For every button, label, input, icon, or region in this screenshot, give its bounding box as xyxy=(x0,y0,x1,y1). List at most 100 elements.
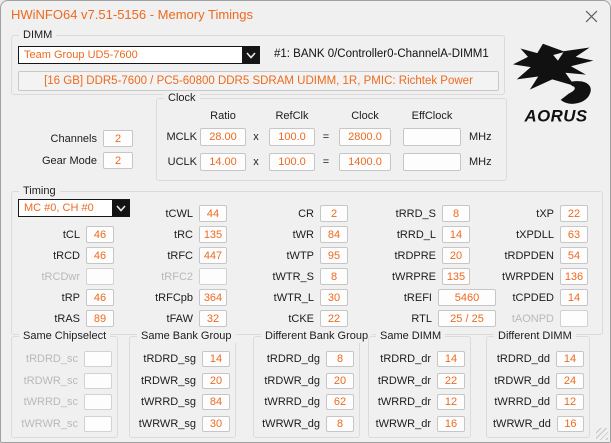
timing-row-tRFC: tRFC 447 xyxy=(130,247,227,264)
timing-value-tCKE: 22 xyxy=(320,310,348,327)
timing-row-tXP: tXP 22 xyxy=(472,205,588,222)
timing-label-tRCD: tRCD xyxy=(53,249,80,262)
timing-column-2: tCWL 44 tRC 135 tRFC 447 tRFC2 tRFCpb 364 tF… xyxy=(130,205,227,331)
value-tRDWR_dr: 22 xyxy=(437,372,465,389)
row-tWRRD_dg: tWRRD_dg 62 xyxy=(260,394,354,410)
clock-header-ratio: Ratio xyxy=(210,110,236,122)
label-tRDRD_dr: tRDRD_dr xyxy=(380,353,431,365)
timing-label-tRRD_S: tRRD_S xyxy=(395,207,436,220)
row-tWRWR_dd: tWRWR_dd 16 xyxy=(493,415,584,432)
timing-row-tRCDwr: tRCDwr xyxy=(18,268,114,285)
timing-label-tXP: tXP xyxy=(536,207,554,220)
mclk-equals-sign: = xyxy=(322,131,330,143)
value-tRDRD_dr: 14 xyxy=(437,351,465,367)
timing-value-tRDPRE: 20 xyxy=(442,247,470,264)
uclk-effclock-value xyxy=(403,153,461,171)
label-tWRRD_dg: tWRRD_dg xyxy=(264,396,320,408)
label-tRDWR_dg: tRDWR_dg xyxy=(264,374,320,387)
timing-value-tWRPRE: 135 xyxy=(442,268,470,285)
label-tWRWR_dd: tWRWR_dd xyxy=(493,417,551,430)
value-tWRWR_sc xyxy=(84,415,112,432)
same-dimm-group: Same DIMM tRDRD_dr 14 tRDWR_dr 22 tWRRD_dr… xyxy=(368,329,471,438)
timing-value-tWTP: 95 xyxy=(320,247,348,264)
timing-label-tWTP: tWTP xyxy=(286,249,315,262)
resize-grip-icon[interactable] xyxy=(596,428,608,440)
dimm-slot-label: #1: BANK 0/Controller0-ChannelA-DIMM1 xyxy=(274,48,489,60)
timing-row-tWTP: tWTP 95 xyxy=(254,247,348,264)
value-tRDRD_sg: 14 xyxy=(202,351,230,367)
timing-label-tRFC2: tRFC2 xyxy=(161,270,193,283)
dimm-group-label: DIMM xyxy=(19,28,57,42)
uclk-unit: MHz xyxy=(469,156,492,168)
brand-wordmark: AORUS xyxy=(523,106,587,125)
timing-row-tAONPD: tAONPD xyxy=(472,310,588,327)
dimm-select[interactable]: Team Group UD5-7600 xyxy=(18,46,260,64)
row-tRDRD_sc: tRDRD_sc xyxy=(18,351,112,367)
timing-label-tAONPD: tAONPD xyxy=(511,312,554,325)
value-tRDRD_dd: 14 xyxy=(556,351,584,367)
timing-label-CR: CR xyxy=(298,207,314,220)
timing-value-tXP: 22 xyxy=(560,205,588,222)
timing-label-tRFC: tRFC xyxy=(167,249,193,262)
timing-column-4: tRRD_S 8 tRRD_L 14 tRDPRE 20 tWRPRE 135 tREF… xyxy=(356,205,496,331)
mclk-clock-value: 2800.0 xyxy=(339,128,391,146)
label-tRDRD_sg: tRDRD_sg xyxy=(143,353,196,365)
same-chipselect-group-label: Same Chipselect xyxy=(19,329,111,343)
timing-label-tRAS: tRAS xyxy=(54,312,80,325)
different-dimm-group-label: Different DIMM xyxy=(494,329,576,343)
timing-value-tRCDwr xyxy=(86,268,114,285)
timing-label-RTL: RTL xyxy=(411,312,432,325)
timing-value-tWTR_L: 30 xyxy=(320,289,348,306)
timing-label-tRRD_L: tRRD_L xyxy=(396,228,436,241)
timing-value-tWR: 84 xyxy=(320,226,348,243)
same-bank-group-group: Same Bank Group tRDRD_sg 14 tRDWR_sg 20 tW… xyxy=(129,329,236,438)
memory-controller-select[interactable]: MC #0, CH #0 xyxy=(18,199,130,217)
timing-value-tCWL: 44 xyxy=(199,205,227,222)
uclk-clock-value: 1400.0 xyxy=(339,153,391,171)
close-icon xyxy=(585,10,597,22)
window-title: HWiNFO64 v7.51-5156 - Memory Timings xyxy=(11,7,254,22)
timing-label-tCPDED: tCPDED xyxy=(512,291,554,304)
timing-row-tCWL: tCWL 44 xyxy=(130,205,227,222)
timing-row-CR: CR 2 xyxy=(254,205,348,222)
mclk-label: MCLK xyxy=(166,131,197,143)
timing-row-tRDPRE: tRDPRE 20 xyxy=(356,247,470,264)
chevron-down-icon xyxy=(115,204,126,212)
aorus-logo: AORUS xyxy=(509,41,603,132)
timing-label-tCL: tCL xyxy=(62,228,80,241)
uclk-multiply-sign: x xyxy=(253,156,259,168)
label-tRDRD_dg: tRDRD_dg xyxy=(266,353,320,365)
timing-value-tCPDED: 14 xyxy=(560,289,588,306)
timing-row-tWTR_S: tWTR_S 8 xyxy=(254,268,348,285)
timing-row-tRRD_S: tRRD_S 8 xyxy=(356,205,470,222)
timing-row-tCKE: tCKE 22 xyxy=(254,310,348,327)
value-tRDWR_sg: 20 xyxy=(202,372,230,389)
mclk-effclock-value xyxy=(403,128,461,146)
mclk-ratio-value: 28.00 xyxy=(200,128,246,146)
timing-label-tWRPRE: tWRPRE xyxy=(392,270,436,283)
uclk-ratio-value: 14.00 xyxy=(200,153,246,171)
timing-group: Timing MC #0, CH #0 tCL 46 tRCD 46 tRCDwr … xyxy=(11,184,603,335)
timing-value-tRRD_S: 8 xyxy=(442,205,470,222)
label-tWRWR_dr: tWRWR_dr xyxy=(375,417,431,430)
value-tWRRD_dd: 12 xyxy=(556,394,584,410)
memory-controller-select-arrow-button[interactable] xyxy=(112,200,129,216)
dimm-select-arrow-button[interactable] xyxy=(242,47,259,63)
label-tWRWR_sc: tWRWR_sc xyxy=(21,417,78,430)
timing-row-tCPDED: tCPDED 14 xyxy=(472,289,588,306)
row-tRDRD_sg: tRDRD_sg 14 xyxy=(136,351,230,367)
close-button[interactable] xyxy=(581,6,601,26)
value-tWRRD_dr: 12 xyxy=(437,394,465,410)
label-tWRRD_dd: tWRRD_dd xyxy=(494,396,550,408)
aorus-falcon-icon: AORUS xyxy=(513,43,594,125)
timing-label-tREFI: tREFI xyxy=(403,291,432,304)
timing-row-tWRPDEN: tWRPDEN 136 xyxy=(472,268,588,285)
timing-value-tWRPDEN: 136 xyxy=(560,268,588,285)
timing-column-5: tXP 22 tXPDLL 63 tRDPDEN 54 tWRPDEN 136 tCPD… xyxy=(472,205,588,331)
row-tRDWR_dg: tRDWR_dg 20 xyxy=(260,372,354,389)
clock-header-effclock: EffClock xyxy=(411,110,453,122)
channels-field: Channels 2 xyxy=(25,130,133,147)
channels-value: 2 xyxy=(103,130,133,147)
label-tRDRD_dd: tRDRD_dd xyxy=(496,353,550,365)
timing-column-1: tCL 46 tRCD 46 tRCDwr tRP 46 tRAS 89 xyxy=(18,226,114,331)
